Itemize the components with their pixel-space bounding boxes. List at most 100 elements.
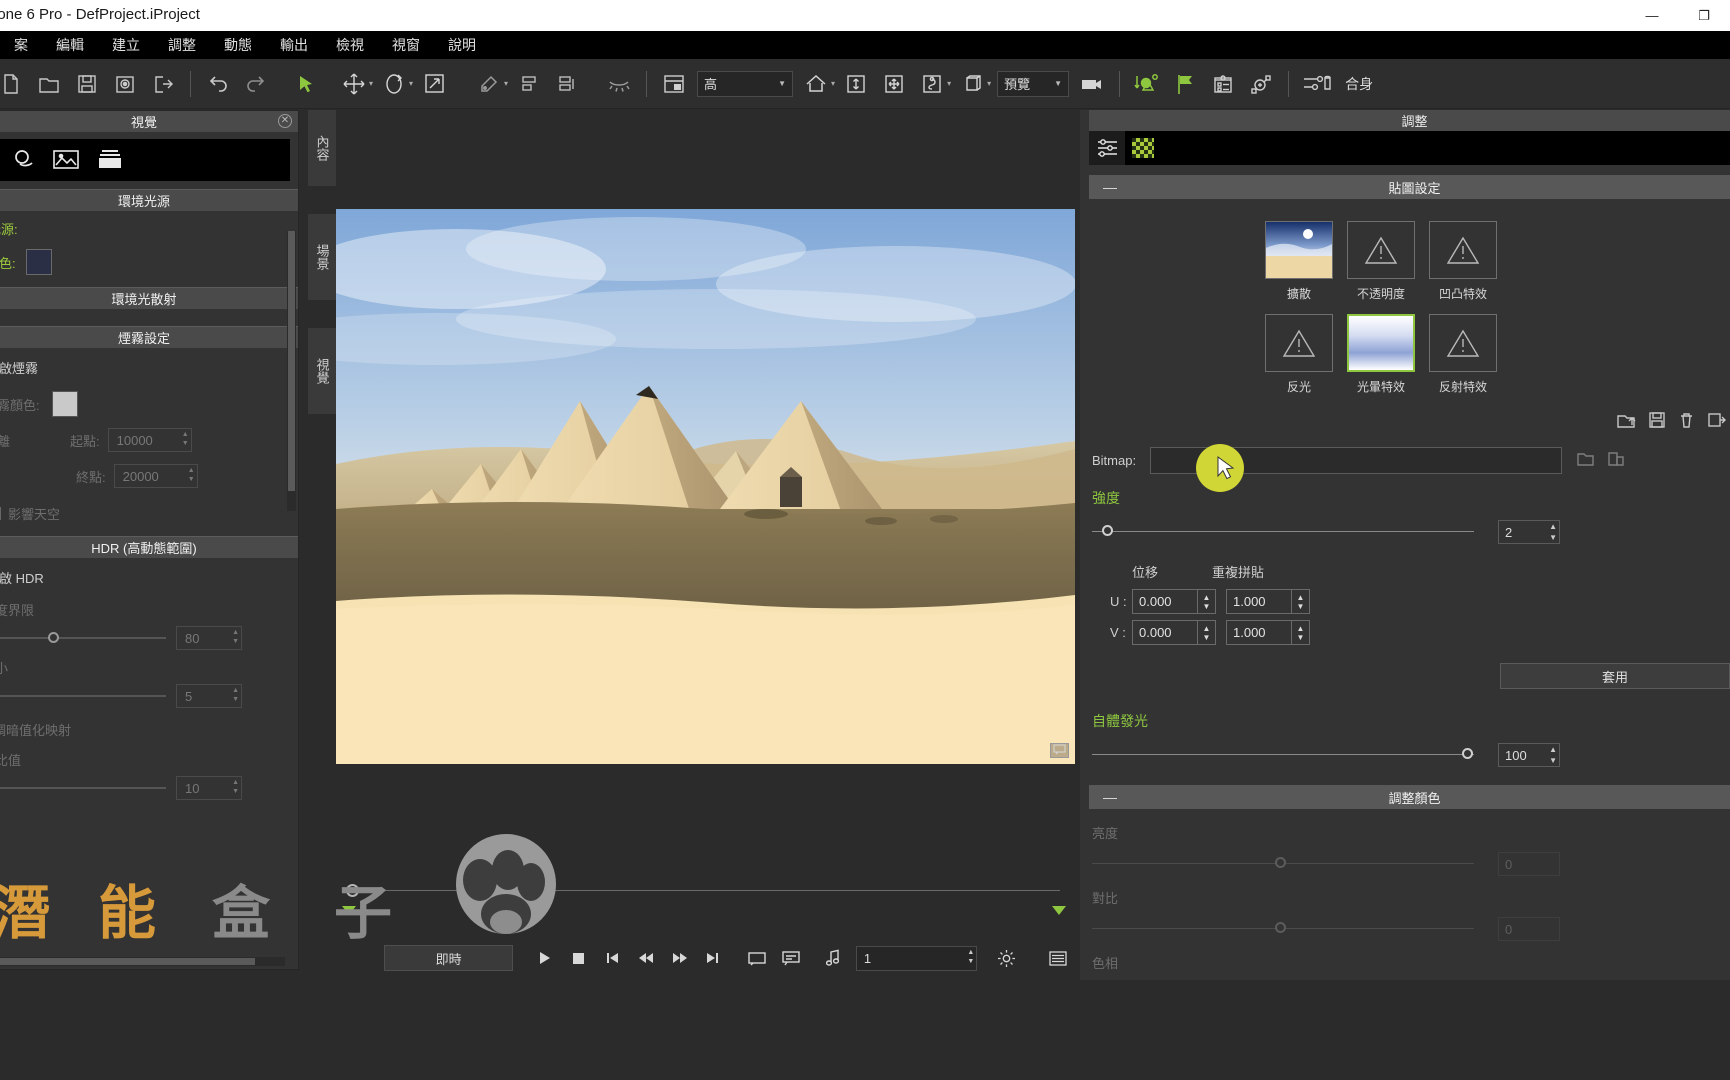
move-dropdown-caret-icon[interactable]: ▾ xyxy=(369,79,373,88)
hdr-tonemap-row[interactable]: 強調暗值化映射 xyxy=(0,712,298,746)
u-tiling-input[interactable]: 1.000 xyxy=(1226,589,1292,614)
texture-settings-header[interactable]: — 貼圖設定 xyxy=(1089,175,1730,199)
select-arrow-icon[interactable] xyxy=(287,65,325,103)
fog-affect-sky-row[interactable]: 影響天空 xyxy=(0,494,298,532)
texture-minimize-icon[interactable]: — xyxy=(1103,179,1117,195)
camera-icon[interactable] xyxy=(1073,65,1111,103)
menu-item-help[interactable]: 說明 xyxy=(434,31,490,59)
first-frame-icon[interactable] xyxy=(595,943,629,973)
u-offset-stepper[interactable]: ▲ ▼ xyxy=(1198,589,1216,614)
menu-item-render[interactable]: 輸出 xyxy=(266,31,322,59)
export-icon[interactable] xyxy=(144,65,182,103)
frame-stepper[interactable]: ▲ ▼ xyxy=(967,948,974,966)
image-icon[interactable] xyxy=(52,147,80,174)
play-icon[interactable] xyxy=(527,943,561,973)
delete-texture-icon[interactable] xyxy=(1678,411,1695,432)
affect-sky-checkbox[interactable] xyxy=(0,506,1,520)
undo-icon[interactable] xyxy=(199,65,237,103)
add-node-icon[interactable] xyxy=(1242,65,1280,103)
move-icon[interactable] xyxy=(335,65,373,103)
color-adjust-header[interactable]: — 調整顏色 xyxy=(1089,785,1730,809)
loop-icon[interactable] xyxy=(740,943,774,973)
minimize-button[interactable]: — xyxy=(1626,0,1678,31)
align-icon[interactable] xyxy=(510,65,548,103)
texture-thumb-glow[interactable] xyxy=(1347,314,1415,372)
align-distribute-icon[interactable] xyxy=(548,65,586,103)
maximize-button[interactable]: ❐ xyxy=(1678,0,1730,31)
physics-dropdown-caret-icon[interactable]: ▾ xyxy=(947,79,951,88)
hdr-threshold-stepper[interactable]: ▲ ▼ xyxy=(232,628,239,646)
texture-thumb-diffuse[interactable] xyxy=(1265,221,1333,279)
fog-header[interactable]: 煙霧設定 xyxy=(0,326,298,348)
checklist-icon[interactable] xyxy=(1204,65,1242,103)
texture-thumb-specular[interactable] xyxy=(1265,314,1333,372)
v-tiling-input[interactable]: 1.000 xyxy=(1226,620,1292,645)
fog-start-input[interactable]: 10000 ▲ ▼ xyxy=(107,428,192,452)
viewport-3d[interactable] xyxy=(336,209,1075,764)
selfillum-stepper[interactable]: ▲ ▼ xyxy=(1549,744,1557,766)
hdr-size-input[interactable]: 5 ▲ ▼ xyxy=(176,684,242,708)
contrast-slider[interactable] xyxy=(1092,921,1474,937)
brightness-slider[interactable] xyxy=(1092,856,1474,872)
link-icon[interactable] xyxy=(470,65,508,103)
layers-icon[interactable] xyxy=(96,147,124,174)
redo-icon[interactable] xyxy=(237,65,275,103)
save-texture-icon[interactable] xyxy=(1648,411,1666,432)
contrast-input[interactable]: 0 xyxy=(1498,917,1560,941)
atmosphere-icon[interactable] xyxy=(10,146,36,175)
menu-item-edit[interactable]: 編輯 xyxy=(42,31,98,59)
home-dropdown-caret-icon[interactable]: ▾ xyxy=(831,79,835,88)
left-panel-hscrollbar[interactable] xyxy=(0,957,285,966)
copy-icon[interactable] xyxy=(1576,450,1596,471)
color-adjust-minimize-icon[interactable]: — xyxy=(1103,789,1117,805)
sidebar-item-scene[interactable]: 場景 xyxy=(308,214,336,302)
light-path-icon[interactable] xyxy=(1128,65,1166,103)
tab-material[interactable] xyxy=(1125,131,1161,165)
sidebar-item-visual[interactable]: 視覺 xyxy=(308,328,336,416)
texture-thumb-reflection[interactable] xyxy=(1429,314,1497,372)
gear-icon[interactable] xyxy=(989,943,1023,973)
last-frame-icon[interactable] xyxy=(697,943,731,973)
u-tiling-stepper[interactable]: ▲ ▼ xyxy=(1292,589,1310,614)
strength-input[interactable]: 2 ▲ ▼ xyxy=(1498,520,1560,544)
menu-item-view[interactable]: 檢視 xyxy=(322,31,378,59)
list-icon[interactable] xyxy=(1041,943,1075,973)
fit-settings-icon[interactable] xyxy=(1297,65,1341,103)
next-frame-icon[interactable] xyxy=(663,943,697,973)
hdr-contrast-slider[interactable] xyxy=(0,781,166,795)
ground-icon[interactable] xyxy=(837,65,875,103)
frame-input[interactable]: 1 ▲ ▼ xyxy=(855,945,978,971)
menu-item-file[interactable]: 案 xyxy=(0,31,42,59)
layout-icon[interactable] xyxy=(655,65,693,103)
box-dropdown-caret-icon[interactable]: ▾ xyxy=(987,79,991,88)
hdr-contrast-input[interactable]: 10 ▲ ▼ xyxy=(176,776,242,800)
menu-item-create[interactable]: 建立 xyxy=(98,31,154,59)
rotate-icon[interactable] xyxy=(375,65,413,103)
strength-stepper[interactable]: ▲ ▼ xyxy=(1549,521,1557,543)
stop-icon[interactable] xyxy=(561,943,595,973)
menu-item-window[interactable]: 視窗 xyxy=(378,31,434,59)
comment-icon[interactable] xyxy=(774,943,808,973)
audio-icon[interactable] xyxy=(816,943,850,973)
brightness-input[interactable]: 0 xyxy=(1498,852,1560,876)
load-texture-icon[interactable] xyxy=(1616,411,1636,432)
ambient-light-header[interactable]: 環境光源 xyxy=(0,189,298,211)
fog-start-stepper[interactable]: ▲ ▼ xyxy=(182,430,189,448)
timeline-playhead[interactable] xyxy=(346,884,359,897)
v-tiling-stepper[interactable]: ▲ ▼ xyxy=(1292,620,1310,645)
timeline-marker-start[interactable] xyxy=(342,906,356,915)
v-offset-input[interactable]: 0.000 xyxy=(1132,620,1198,645)
texture-cell-opacity[interactable]: 不透明度 xyxy=(1347,221,1415,302)
save-icon[interactable] xyxy=(68,65,106,103)
tab-sliders[interactable] xyxy=(1089,131,1125,165)
fog-end-stepper[interactable]: ▲ ▼ xyxy=(188,466,195,484)
new-file-icon[interactable] xyxy=(0,65,30,103)
texture-cell-bump[interactable]: 凹凸特效 xyxy=(1429,221,1497,302)
menu-item-modify[interactable]: 調整 xyxy=(154,31,210,59)
physics-icon[interactable] xyxy=(913,65,951,103)
texture-cell-glow[interactable]: 光暈特效 xyxy=(1347,314,1415,395)
paste-icon[interactable] xyxy=(1606,450,1626,471)
preview-select[interactable]: 預覽 ▼ xyxy=(997,70,1070,97)
timeline-marker-end[interactable] xyxy=(1052,906,1066,915)
preview-render-icon[interactable] xyxy=(106,65,144,103)
